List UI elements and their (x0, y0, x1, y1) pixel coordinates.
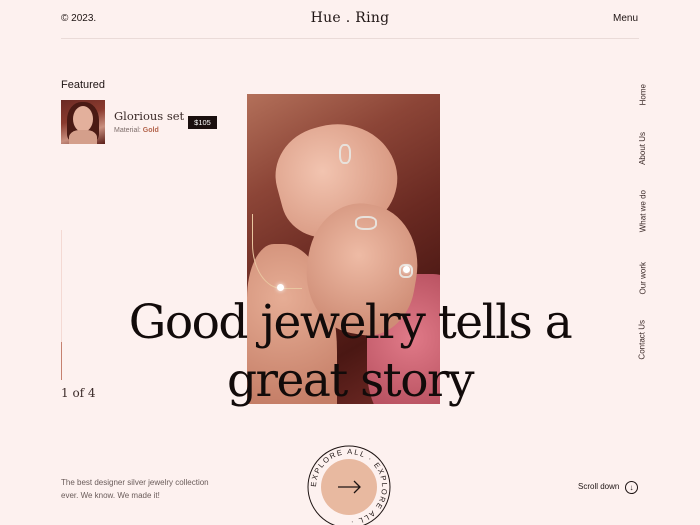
headline-line-2: great story (226, 353, 475, 408)
explore-all-button[interactable]: EXPLORE ALL · EXPLORE ALL · (307, 445, 391, 525)
featured-product-image[interactable] (61, 100, 105, 144)
nav-item-contact-us[interactable]: Contact Us (638, 320, 647, 360)
hero-headline: Good jewelry tells a great story (0, 294, 700, 410)
featured-heading: Featured (61, 79, 106, 91)
brand-logo[interactable]: Hue . Ring (0, 10, 700, 26)
footer-tagline: The best designer silver jewelry collect… (61, 478, 209, 500)
header-divider (61, 38, 639, 39)
material-label: Material: (114, 127, 141, 134)
nav-item-what-we-do[interactable]: What we do (638, 190, 647, 232)
featured-product-name[interactable]: Glorious set (114, 109, 184, 123)
arrow-down-circle-icon[interactable]: ↓ (625, 481, 638, 494)
featured-product-material: Material: Gold (114, 127, 159, 134)
scroll-down-label[interactable]: Scroll down (578, 482, 619, 491)
nav-item-about-us[interactable]: About Us (638, 132, 647, 165)
headline-line-1: Good jewelry tells a (128, 295, 573, 350)
nav-item-home[interactable]: Home (638, 84, 647, 105)
explore-all-badge[interactable]: EXPLORE ALL · EXPLORE ALL · (307, 445, 391, 525)
material-value: Gold (142, 127, 159, 134)
menu-button[interactable]: Menu (613, 13, 638, 24)
price-badge[interactable]: $105 (188, 116, 217, 129)
nav-item-our-work[interactable]: Our work (638, 262, 647, 294)
